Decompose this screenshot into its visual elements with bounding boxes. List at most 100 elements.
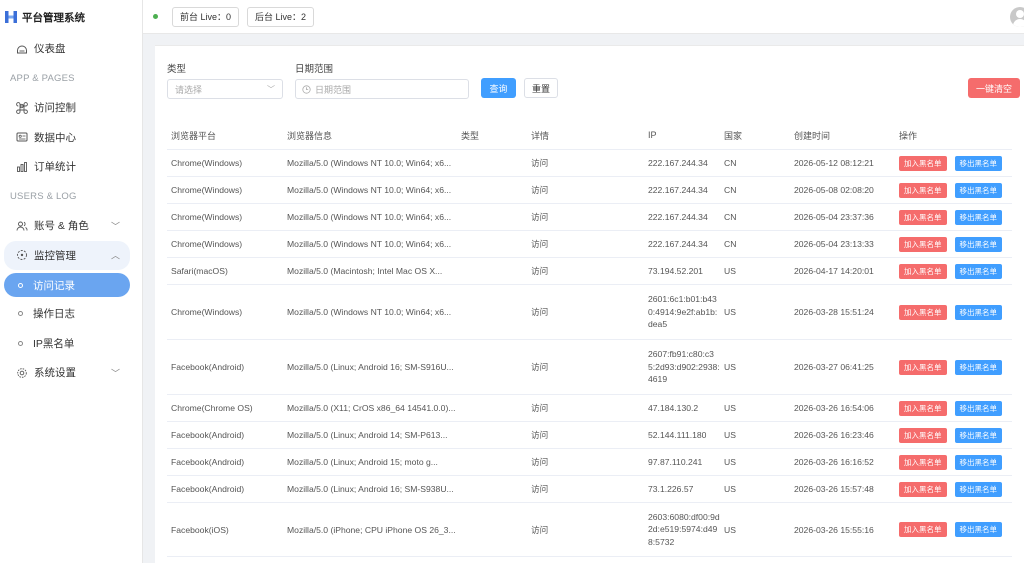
remove-from-blacklist-button[interactable]: 移出黑名单 xyxy=(954,209,1002,225)
chevron-down-icon: ﹀ xyxy=(110,368,120,379)
sidebar-item-operation-log[interactable]: 操作日志 xyxy=(0,299,142,329)
browser-info-cell: Mozilla/5.0 (Linux; Android 15; moto g..… xyxy=(287,457,438,467)
table-row: Facebook(Android) Mozilla/5.0 (Linux; And… xyxy=(167,340,1012,395)
ip-cell: 73.194.52.201 xyxy=(648,265,703,276)
detail-cell: 访问 xyxy=(531,457,549,467)
clock-icon xyxy=(302,84,311,94)
type-select[interactable]: 请选择 ﹀ xyxy=(167,79,283,99)
browser-platform-cell: Chrome(Windows) xyxy=(171,239,243,249)
chevron-down-icon: ﹀ xyxy=(267,85,275,94)
table-row: Chrome(Windows) Mozilla/5.0 (Windows NT 1… xyxy=(167,150,1012,177)
bar-chart-icon xyxy=(16,161,28,173)
country-cell: US xyxy=(724,307,736,317)
ip-cell: 222.167.244.34 xyxy=(648,184,708,195)
browser-platform-cell: Chrome(Windows) xyxy=(171,212,243,222)
remove-from-blacklist-button[interactable]: 移出黑名单 xyxy=(954,263,1002,279)
users-icon xyxy=(16,220,28,232)
actions-cell: 加入黑名单 移出黑名单 xyxy=(895,182,1012,198)
table-row: Chrome(Windows) Mozilla/5.0 (Windows NT 1… xyxy=(167,177,1012,204)
created-time-cell: 2026-03-27 06:41:25 xyxy=(794,362,874,372)
detail-cell: 访问 xyxy=(531,403,549,413)
browser-info-cell: Mozilla/5.0 (Windows NT 10.0; Win64; x6.… xyxy=(287,158,452,168)
browser-platform-cell: Safari(macOS) xyxy=(171,266,228,276)
country-cell: US xyxy=(724,266,736,276)
remove-from-blacklist-button[interactable]: 移出黑名单 xyxy=(954,155,1002,171)
remove-from-blacklist-button[interactable]: 移出黑名单 xyxy=(954,400,1002,416)
add-to-blacklist-button[interactable]: 加入黑名单 xyxy=(899,427,947,443)
logo-icon xyxy=(5,11,17,23)
browser-info-cell: Mozilla/5.0 (Windows NT 10.0; Win64; x6.… xyxy=(287,185,452,195)
remove-from-blacklist-button[interactable]: 移出黑名单 xyxy=(954,481,1002,497)
query-button[interactable]: 查询 xyxy=(481,78,516,98)
remove-from-blacklist-button[interactable]: 移出黑名单 xyxy=(954,359,1002,375)
back-live-badge: 后台 Live：2 xyxy=(247,6,315,27)
column-header: 浏览器信息 xyxy=(287,131,333,141)
ip-cell: 2603:6080:df00:9d2d:e519:5974:d498:5732 xyxy=(648,511,720,547)
user-avatar-icon[interactable] xyxy=(1010,7,1024,27)
add-to-blacklist-button[interactable]: 加入黑名单 xyxy=(899,263,947,279)
add-to-blacklist-button[interactable]: 加入黑名单 xyxy=(899,236,947,252)
sidebar-item-ip-blacklist[interactable]: IP黑名单 xyxy=(0,329,142,359)
ip-cell: 73.1.226.57 xyxy=(648,483,694,494)
column-header: 浏览器平台 xyxy=(171,131,217,141)
menu-item-monitoring[interactable]: 监控管理 ︿ xyxy=(4,240,130,270)
add-to-blacklist-button[interactable]: 加入黑名单 xyxy=(899,209,947,225)
actions-cell: 加入黑名单 移出黑名单 xyxy=(895,400,1012,416)
menu-item-data-center[interactable]: 数据中心 xyxy=(0,123,142,153)
ip-cell: 97.87.110.241 xyxy=(648,456,703,467)
menu-item-settings[interactable]: 系统设置 ﹀ xyxy=(0,358,142,388)
reset-button[interactable]: 重置 xyxy=(524,78,558,98)
remove-from-blacklist-button[interactable]: 移出黑名单 xyxy=(954,236,1002,252)
detail-cell: 访问 xyxy=(531,430,549,440)
date-range-picker[interactable]: 日期范围 xyxy=(295,79,469,99)
access-log-table: 浏览器平台 浏览器信息 类型 详情 IP 国家 创建时间 操作 Chrome(W… xyxy=(167,122,1012,557)
country-cell: US xyxy=(724,403,736,413)
browser-platform-cell: Chrome(Chrome OS) xyxy=(171,403,253,413)
front-live-badge: 前台 Live：0 xyxy=(172,6,240,27)
created-time-cell: 2026-03-26 16:54:06 xyxy=(794,403,874,413)
dashboard-icon xyxy=(16,43,28,55)
menu-item-access-control[interactable]: 访问控制 xyxy=(0,93,142,123)
menu-item-order-stats[interactable]: 订单统计 xyxy=(0,152,142,182)
browser-info-cell: Mozilla/5.0 (Macintosh; Intel Mac OS X..… xyxy=(287,266,443,276)
top-header: 前台 Live：0 后台 Live：2 xyxy=(143,0,1024,34)
sidebar-item-access-log[interactable]: 访问记录 xyxy=(4,273,130,297)
country-cell: US xyxy=(724,457,736,467)
remove-from-blacklist-button[interactable]: 移出黑名单 xyxy=(954,454,1002,470)
add-to-blacklist-button[interactable]: 加入黑名单 xyxy=(899,155,947,171)
detail-cell: 访问 xyxy=(531,362,549,372)
remove-from-blacklist-button[interactable]: 移出黑名单 xyxy=(954,427,1002,443)
column-header: 类型 xyxy=(461,131,480,141)
detail-cell: 访问 xyxy=(531,266,549,276)
menu-label: 访问控制 xyxy=(34,102,76,115)
detail-cell: 访问 xyxy=(531,212,549,222)
remove-from-blacklist-button[interactable]: 移出黑名单 xyxy=(954,182,1002,198)
menu-item-dashboard[interactable]: 仪表盘 xyxy=(0,34,142,64)
ip-cell: 2601:6c1:b01:b430:4914:9e2f:ab1b:dea5 xyxy=(648,294,718,330)
created-time-cell: 2026-03-28 15:51:24 xyxy=(794,307,874,317)
add-to-blacklist-button[interactable]: 加入黑名单 xyxy=(899,481,947,497)
menu-label: 仪表盘 xyxy=(34,43,66,56)
remove-from-blacklist-button[interactable]: 移出黑名单 xyxy=(954,522,1002,537)
add-to-blacklist-button[interactable]: 加入黑名单 xyxy=(899,454,947,470)
table-row: Chrome(Chrome OS) Mozilla/5.0 (X11; CrOS … xyxy=(167,395,1012,422)
add-to-blacklist-button[interactable]: 加入黑名单 xyxy=(899,359,947,375)
browser-info-cell: Mozilla/5.0 (X11; CrOS x86_64 14541.0.0)… xyxy=(287,403,456,413)
clear-all-button[interactable]: 一键清空 xyxy=(968,78,1020,98)
created-time-cell: 2026-03-26 16:16:52 xyxy=(794,457,874,467)
actions-cell: 加入黑名单 移出黑名单 xyxy=(895,427,1012,443)
add-to-blacklist-button[interactable]: 加入黑名单 xyxy=(899,400,947,416)
browser-info-cell: Mozilla/5.0 (Windows NT 10.0; Win64; x6.… xyxy=(287,239,452,249)
created-time-cell: 2026-05-12 08:12:21 xyxy=(794,158,874,168)
menu-item-accounts-roles[interactable]: 账号 & 角色 ﹀ xyxy=(0,211,142,241)
add-to-blacklist-button[interactable]: 加入黑名单 xyxy=(899,522,947,537)
remove-from-blacklist-button[interactable]: 移出黑名单 xyxy=(954,304,1002,320)
browser-platform-cell: Facebook(Android) xyxy=(171,430,245,440)
date-range-placeholder: 日期范围 xyxy=(315,84,352,95)
menu-label: 数据中心 xyxy=(34,131,76,144)
table-row: Chrome(Windows) Mozilla/5.0 (Windows NT 1… xyxy=(167,204,1012,231)
actions-cell: 加入黑名单 移出黑名单 xyxy=(895,304,1012,320)
add-to-blacklist-button[interactable]: 加入黑名单 xyxy=(899,182,947,198)
add-to-blacklist-button[interactable]: 加入黑名单 xyxy=(899,304,947,320)
table-body: Chrome(Windows) Mozilla/5.0 (Windows NT 1… xyxy=(167,150,1012,557)
